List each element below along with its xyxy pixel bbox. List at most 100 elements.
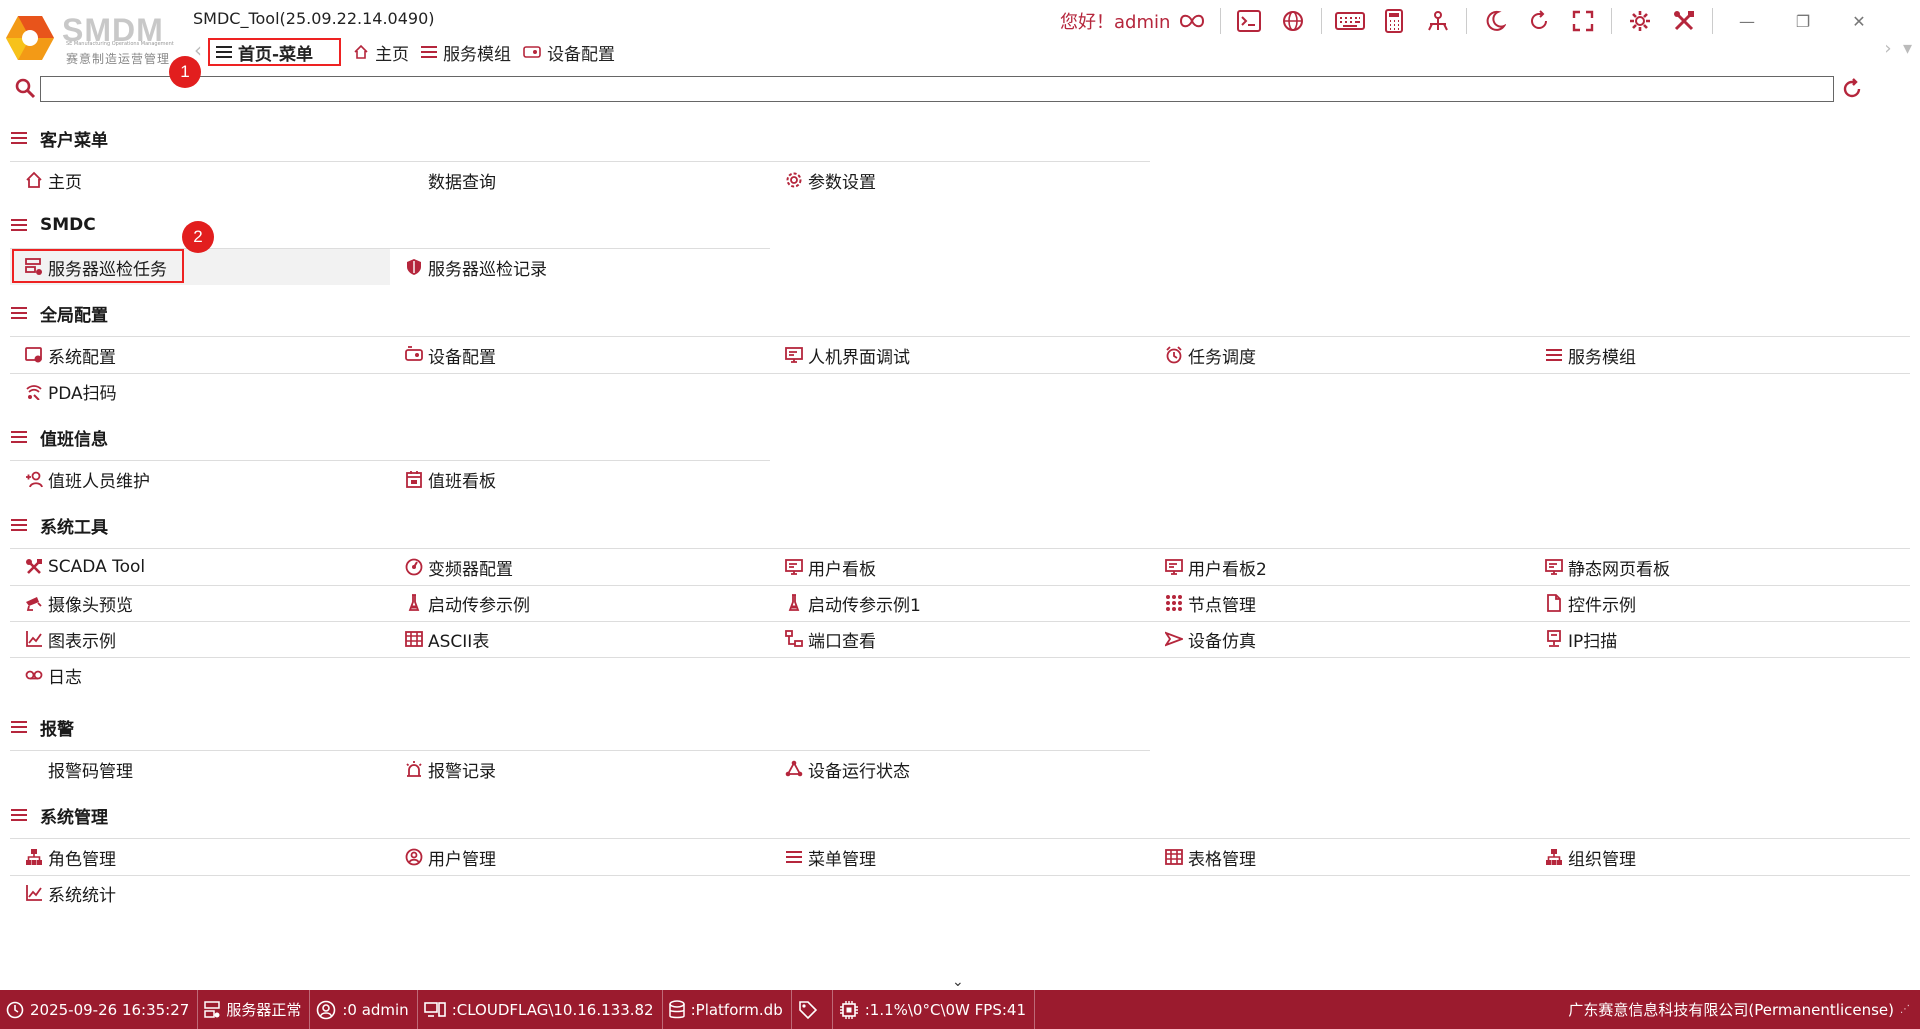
status-server: 服务器正常 — [198, 990, 311, 1029]
menu-item[interactable]: 系统配置 — [10, 337, 390, 373]
home-icon — [24, 170, 44, 190]
menu-item[interactable]: 任务调度 — [1150, 337, 1530, 373]
menu-item[interactable]: 数据查询 — [390, 162, 770, 198]
menu-item[interactable]: 用户看板 — [770, 549, 1150, 585]
fullscreen-icon[interactable] — [1561, 4, 1605, 38]
app-logo: SMDM SE Manufacturing Operations Managem… — [4, 10, 174, 66]
gear-icon — [784, 170, 804, 190]
menu-item[interactable]: 用户看板2 — [1150, 549, 1530, 585]
menu-item[interactable]: 主页 — [10, 162, 390, 198]
monitor-icon — [784, 345, 804, 365]
user-circle-icon — [316, 1000, 336, 1020]
menu-item[interactable]: 设备仿真 — [1150, 621, 1530, 657]
tab-scroll-right-icon[interactable]: › ▾ — [1884, 38, 1912, 59]
menu-item[interactable]: 设备运行状态 — [770, 751, 1150, 787]
menu-item-label: 启动传参示例 — [428, 595, 530, 616]
minimize-button[interactable]: — — [1719, 4, 1775, 38]
menu-item[interactable]: 启动传参示例 — [390, 585, 770, 621]
menu-item[interactable]: 端口查看 — [770, 621, 1150, 657]
menu-icon — [10, 216, 28, 234]
tab-device-config[interactable]: 设备配置 — [517, 38, 621, 66]
menu-item[interactable]: 系统统计 — [10, 875, 390, 911]
menu-item-label: 控件示例 — [1568, 595, 1636, 616]
menu-item[interactable]: 表格管理 — [1150, 839, 1530, 875]
menu-item-label: 值班人员维护 — [48, 471, 150, 492]
menu-item[interactable]: 图表示例 — [10, 621, 390, 657]
shield-icon — [404, 257, 424, 277]
status-datetime: 2025-09-26 16:35:27 — [0, 990, 199, 1029]
group-header[interactable]: 全局配置 — [10, 293, 108, 333]
network-node-icon[interactable] — [1416, 4, 1460, 38]
menu-item[interactable]: IP扫描 — [1530, 621, 1910, 657]
table-icon — [1164, 847, 1184, 867]
terminal-icon[interactable] — [1227, 4, 1271, 38]
group-header[interactable]: 值班信息 — [10, 417, 108, 457]
flask-icon — [404, 593, 424, 613]
menu-item-label: 图表示例 — [48, 631, 116, 652]
menu-item[interactable]: 角色管理 — [10, 839, 390, 875]
menu-item[interactable]: 变频器配置 — [390, 549, 770, 585]
menu-item-label: 人机界面调试 — [808, 347, 910, 368]
menu-item[interactable]: 日志 — [10, 657, 390, 693]
restore-button[interactable]: ❐ — [1775, 4, 1831, 38]
menu-item[interactable]: 组织管理 — [1530, 839, 1910, 875]
menu-item[interactable]: 摄像头预览 — [10, 585, 390, 621]
globe-icon[interactable] — [1271, 4, 1315, 38]
refresh-icon[interactable] — [1517, 4, 1561, 38]
menu-item[interactable]: 服务模组 — [1530, 337, 1910, 373]
menu-item[interactable]: 值班人员维护 — [10, 461, 390, 497]
menu-item[interactable]: ASCII表 — [390, 621, 770, 657]
tab-home[interactable]: 主页 — [347, 38, 415, 66]
menu-item[interactable]: 值班看板 — [390, 461, 770, 497]
menu-item[interactable]: PDA扫码 — [10, 373, 390, 409]
tab-home-menu[interactable]: 首页-菜单 — [208, 38, 342, 66]
menu-item[interactable]: 静态网页看板 — [1530, 549, 1910, 585]
company-license-text: 广东赛意信息科技有限公司(Permanentlicense) — [1568, 1001, 1894, 1019]
menu-item[interactable]: 启动传参示例1 — [770, 585, 1150, 621]
monitor-icon — [1544, 557, 1564, 577]
group-header[interactable]: 系统工具 — [10, 505, 108, 545]
group-header[interactable]: 客户菜单 — [10, 118, 108, 158]
menu-item-label: 值班看板 — [428, 471, 496, 492]
toolbar: — ❐ ✕ — [1170, 4, 1887, 38]
menu-item[interactable]: 设备配置 — [390, 337, 770, 373]
tab-label: 主页 — [375, 44, 410, 65]
group-header[interactable]: 系统管理 — [10, 795, 108, 835]
menu-item[interactable]: 参数设置 — [770, 162, 1150, 198]
status-perf: :1.1%\0°C\0W FPS:41 — [833, 990, 1035, 1029]
status-bar: 2025-09-26 16:35:27 服务器正常 :0 admin :CLOU… — [0, 990, 1920, 1029]
moon-icon[interactable] — [1473, 4, 1517, 38]
menu-item[interactable]: 用户管理 — [390, 839, 770, 875]
search-refresh-icon[interactable] — [1840, 77, 1864, 106]
tag-icon — [798, 1000, 818, 1020]
menu-item[interactable]: 报警码管理 — [10, 751, 390, 787]
link-icon[interactable] — [1170, 4, 1214, 38]
toolbar-divider — [1611, 8, 1612, 34]
dial-icon — [404, 557, 424, 577]
annotation-badge-1: 1 — [169, 56, 201, 88]
calculator-icon[interactable] — [1372, 4, 1416, 38]
tab-service-module[interactable]: 服务模组 — [415, 38, 517, 66]
menu-icon — [10, 304, 28, 322]
status-user: :0 admin — [310, 990, 418, 1029]
menu-item[interactable]: 节点管理 — [1150, 585, 1530, 621]
menu-item[interactable]: SCADA Tool — [10, 549, 390, 585]
menu-item-label: 摄像头预览 — [48, 595, 133, 616]
menu-item[interactable]: 控件示例 — [1530, 585, 1910, 621]
menu-item[interactable]: 人机界面调试 — [770, 337, 1150, 373]
menu-item[interactable]: 报警记录 — [390, 751, 770, 787]
close-button[interactable]: ✕ — [1831, 4, 1887, 38]
tab-scroll-left-icon[interactable]: ‹ — [194, 38, 202, 62]
resize-grip-icon[interactable]: ⋰ — [1900, 1004, 1910, 1015]
gear-icon[interactable] — [1618, 4, 1662, 38]
scroll-down-chevron-icon[interactable]: ⌄ — [952, 974, 964, 990]
group-header[interactable]: SMDC — [10, 205, 96, 245]
menu-item-label: 日志 — [48, 667, 82, 688]
group-header[interactable]: 报警 — [10, 707, 74, 747]
menu-item[interactable]: 菜单管理 — [770, 839, 1150, 875]
siren-icon — [404, 759, 424, 779]
search-input[interactable] — [40, 76, 1834, 102]
keyboard-icon[interactable] — [1328, 4, 1372, 38]
menu-item[interactable]: 服务器巡检记录 — [390, 249, 770, 285]
tools-icon[interactable] — [1662, 4, 1706, 38]
